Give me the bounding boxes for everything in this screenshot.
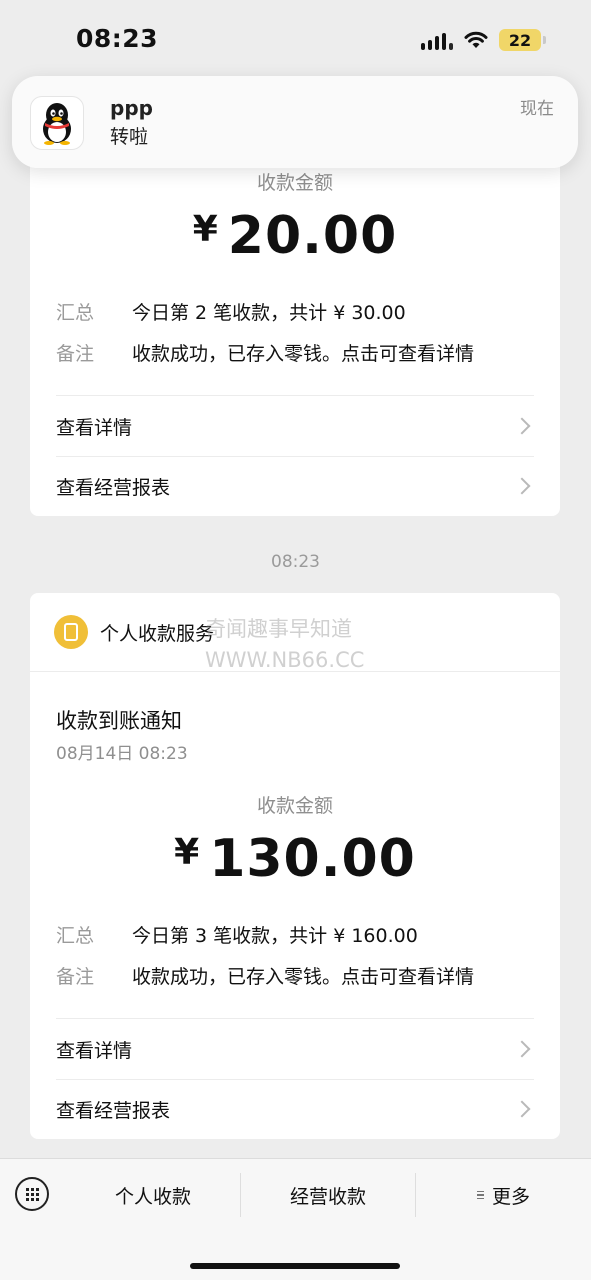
- notification-time: 现在: [520, 99, 554, 119]
- notice-date: 08月14日 08:23: [56, 744, 188, 764]
- view-details-label: 查看详情: [56, 1039, 133, 1062]
- menu-label: 经营收款: [289, 1185, 366, 1208]
- menu-list-icon: [476, 1190, 484, 1200]
- notification-banner[interactable]: ppp 转啦 现在: [12, 76, 578, 168]
- wifi-icon: [464, 31, 488, 48]
- service-name: 个人收款服务: [100, 622, 215, 645]
- keyboard-icon[interactable]: [15, 1177, 49, 1211]
- note-value: 收款成功，已存入零钱。点击可查看详情: [132, 966, 475, 988]
- view-report-link[interactable]: 查看经营报表: [56, 456, 534, 516]
- qq-penguin-icon: [30, 96, 84, 150]
- status-icons: 22: [421, 28, 546, 52]
- chat-timestamp: 08:23: [271, 552, 320, 572]
- cellular-signal-icon: [421, 30, 453, 50]
- note-value: 收款成功，已存入零钱。点击可查看详情: [132, 343, 475, 365]
- watermark-line-2: WWW.NB66.CC: [205, 648, 365, 672]
- view-details-link[interactable]: 查看详情: [56, 1019, 534, 1079]
- amount-number: 20.00: [227, 206, 398, 266]
- menu-label: 更多: [491, 1185, 530, 1208]
- note-row: 备注 收款成功，已存入零钱。点击可查看详情: [56, 339, 474, 366]
- personal-payment-icon: [54, 615, 88, 649]
- currency-symbol: ¥: [192, 209, 218, 250]
- notification-title: ppp: [110, 96, 153, 120]
- chevron-right-icon: [513, 1100, 531, 1118]
- battery-icon: 22: [499, 29, 546, 51]
- notification-body: 转啦: [110, 126, 149, 148]
- watermark: 奇闻趣事早知道 WWW.NB66.CC: [205, 614, 364, 676]
- note-key: 备注: [56, 966, 95, 988]
- status-time: 08:23: [76, 24, 159, 53]
- menu-personal-payment[interactable]: 个人收款: [66, 1159, 240, 1231]
- summary-row: 汇总 今日第 3 笔收款，共计 ¥ 160.00: [56, 921, 418, 948]
- chevron-right-icon: [513, 1040, 531, 1058]
- summary-key: 汇总: [56, 925, 95, 947]
- amount-label: 收款金额: [256, 795, 333, 817]
- view-report-label: 查看经营报表: [56, 476, 171, 499]
- summary-key: 汇总: [56, 302, 95, 324]
- summary-value: 今日第 2 笔收款，共计 ¥ 30.00: [132, 302, 406, 324]
- home-indicator[interactable]: [190, 1263, 400, 1269]
- currency-symbol: ¥: [174, 832, 200, 873]
- amount-number: 130.00: [209, 829, 416, 889]
- amount-value: ¥130.00: [30, 829, 560, 889]
- summary-value: 今日第 3 笔收款，共计 ¥ 160.00: [132, 925, 418, 947]
- note-row: 备注 收款成功，已存入零钱。点击可查看详情: [56, 962, 474, 989]
- battery-level: 22: [508, 30, 532, 50]
- view-details-label: 查看详情: [56, 416, 133, 439]
- status-bar: 08:23 22: [0, 0, 591, 80]
- menu-more[interactable]: 更多: [416, 1159, 591, 1231]
- chevron-right-icon: [513, 477, 531, 495]
- notice-title: 收款到账通知: [56, 709, 182, 733]
- amount-label: 收款金额: [256, 172, 333, 194]
- view-report-link[interactable]: 查看经营报表: [56, 1079, 534, 1139]
- amount-value: ¥20.00: [30, 206, 560, 266]
- chevron-right-icon: [513, 417, 531, 435]
- note-key: 备注: [56, 343, 95, 365]
- view-report-label: 查看经营报表: [56, 1099, 171, 1122]
- payment-card-1: 收款金额 ¥20.00 汇总 今日第 2 笔收款，共计 ¥ 30.00 备注 收款成…: [30, 150, 560, 516]
- view-details-link[interactable]: 查看详情: [56, 396, 534, 456]
- service-header[interactable]: 个人收款服务: [54, 615, 214, 649]
- bottom-menu-bar: 个人收款 经营收款 更多: [0, 1158, 591, 1280]
- watermark-line-1: 奇闻趣事早知道: [205, 617, 352, 641]
- menu-business-payment[interactable]: 经营收款: [241, 1159, 415, 1231]
- summary-row: 汇总 今日第 2 笔收款，共计 ¥ 30.00: [56, 298, 406, 325]
- menu-label: 个人收款: [114, 1185, 191, 1208]
